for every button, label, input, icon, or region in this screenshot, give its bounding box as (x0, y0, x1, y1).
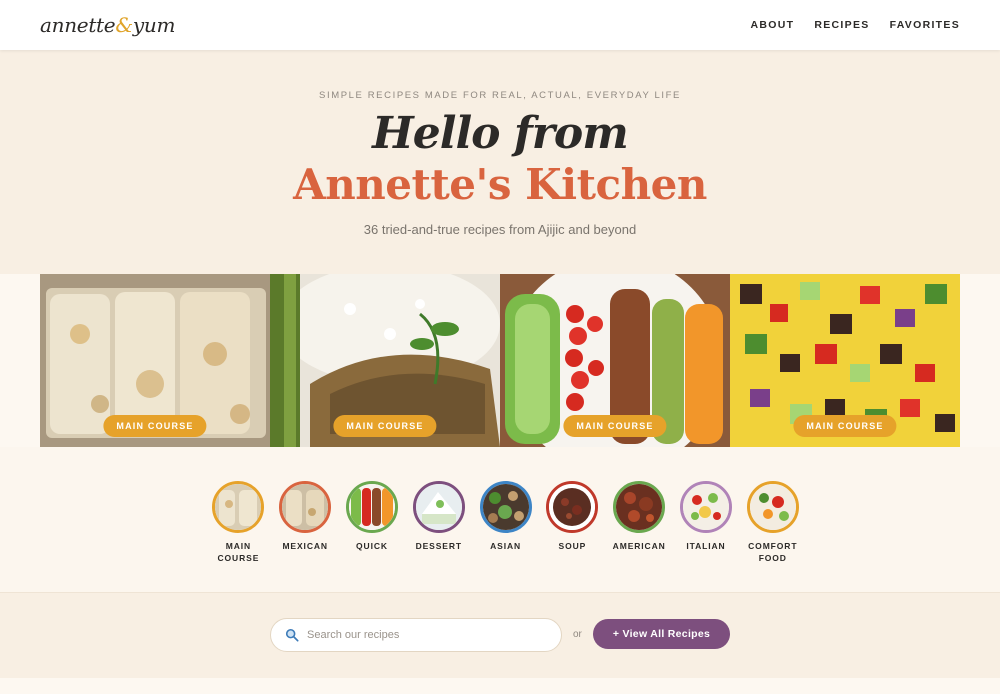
category-badge: MAIN COURSE (333, 415, 437, 437)
site-logo[interactable]: annette&yum (40, 13, 175, 37)
footer-strip (0, 678, 1000, 694)
category-label: COMFORT FOOD (748, 541, 798, 563)
category-thumbnail (479, 481, 532, 533)
hero-title-line1: Hello from (372, 108, 629, 159)
featured-recipes-strip: MAIN COURSE MAIN COURSE MAIN COURSE MAIN… (40, 274, 960, 447)
hero-tagline: 36 tried-and-true recipes from Ajijic an… (363, 222, 637, 237)
category-label: QUICK (356, 541, 388, 551)
site-header: annette&yum ABOUT RECIPES FAVORITES (0, 0, 1000, 50)
category-list: MAIN COURSE MEXICAN QUICK DESSERT ASIAN (205, 481, 806, 564)
hero-title-line2: Annette's Kitchen (293, 160, 707, 209)
category-label: AMERICAN (612, 541, 666, 551)
category-quick[interactable]: QUICK (339, 481, 406, 564)
search-input[interactable] (307, 629, 537, 641)
category-thumbnail (412, 481, 465, 533)
category-badge: MAIN COURSE (563, 415, 667, 437)
category-mexican[interactable]: MEXICAN (272, 481, 339, 564)
category-section: MAIN COURSE MEXICAN QUICK DESSERT ASIAN (0, 447, 1000, 593)
featured-recipe-card[interactable]: MAIN COURSE (500, 274, 730, 447)
featured-recipe-card[interactable]: MAIN COURSE (730, 274, 960, 447)
category-thumbnail (546, 481, 599, 533)
category-label: MAIN COURSE (217, 541, 260, 563)
category-main-course[interactable]: MAIN COURSE (205, 481, 272, 564)
category-thumbnail (679, 481, 732, 533)
main-nav: ABOUT RECIPES FAVORITES (751, 19, 960, 31)
view-all-recipes-button[interactable]: + View All Recipes (593, 619, 730, 649)
category-label: ITALIAN (686, 541, 726, 551)
category-dessert[interactable]: DESSERT (405, 481, 472, 564)
hero-section: SIMPLE RECIPES MADE FOR REAL, ACTUAL, EV… (0, 50, 1000, 274)
category-thumbnail (613, 481, 666, 533)
search-icon (285, 628, 299, 642)
category-label: DESSERT (415, 541, 463, 551)
category-thumbnail (345, 481, 398, 533)
category-american[interactable]: AMERICAN (606, 481, 673, 564)
category-comfort-food[interactable]: COMFORT FOOD (739, 481, 806, 564)
nav-about-link[interactable]: ABOUT (751, 19, 795, 31)
category-italian[interactable]: ITALIAN (673, 481, 740, 564)
category-thumbnail (746, 481, 799, 533)
category-thumbnail (279, 481, 332, 533)
category-badge: MAIN COURSE (793, 415, 897, 437)
hero-eyebrow: SIMPLE RECIPES MADE FOR REAL, ACTUAL, EV… (319, 90, 681, 101)
category-label: SOUP (558, 541, 587, 551)
search-box[interactable] (270, 618, 562, 652)
category-soup[interactable]: SOUP (539, 481, 606, 564)
or-separator: or (573, 629, 582, 640)
category-label: MEXICAN (282, 541, 328, 551)
category-asian[interactable]: ASIAN (472, 481, 539, 564)
nav-recipes-link[interactable]: RECIPES (814, 19, 869, 31)
category-badge: MAIN COURSE (103, 415, 207, 437)
featured-recipe-card[interactable]: MAIN COURSE (40, 274, 270, 447)
category-thumbnail (212, 481, 265, 533)
featured-recipe-card[interactable]: MAIN COURSE (270, 274, 500, 447)
category-label: ASIAN (490, 541, 522, 551)
nav-favorites-link[interactable]: FAVORITES (890, 19, 960, 31)
